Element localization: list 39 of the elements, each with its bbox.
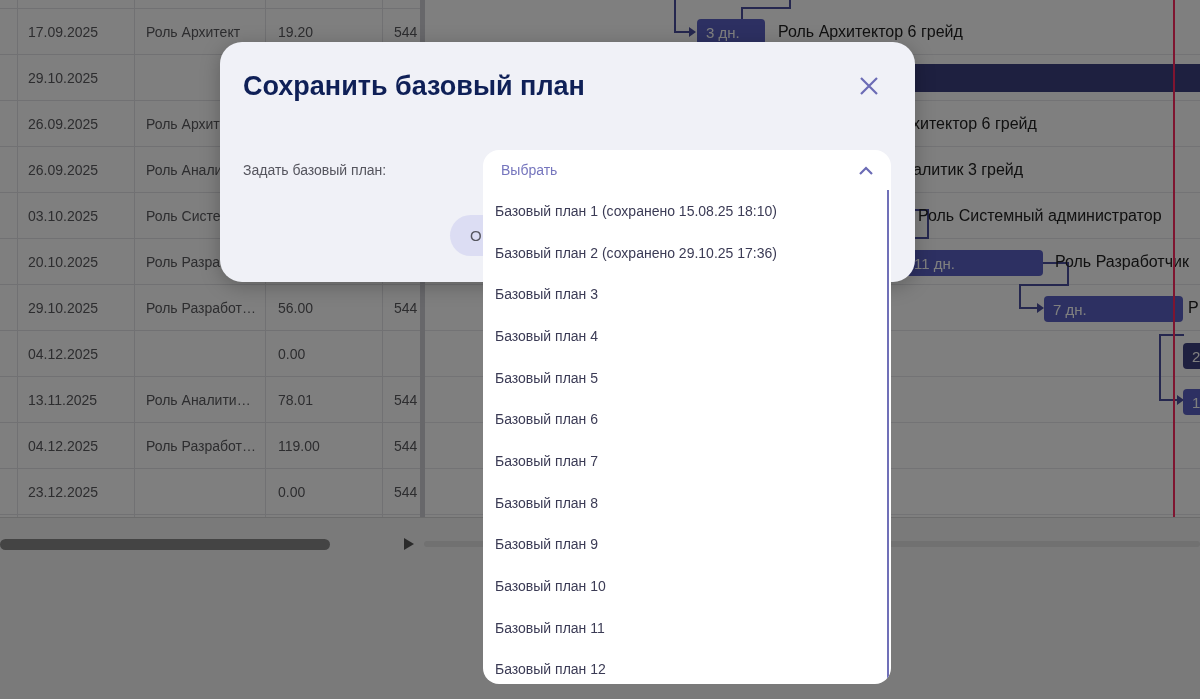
table-cell: 29.10.2025 xyxy=(28,300,99,316)
table-cell: Роль Разра xyxy=(146,254,221,270)
table-cell: 26.09.2025 xyxy=(28,162,99,178)
table-cell: 23.12.2025 xyxy=(28,484,99,500)
table-cell: 04.12.2025 xyxy=(28,438,99,454)
table-cell: Роль Архитект xyxy=(146,24,241,40)
task-bar: 3 дн. xyxy=(697,19,765,45)
table-cell: 17.09.2025 xyxy=(28,24,99,40)
dialog-title: Сохранить базовый план xyxy=(243,70,585,102)
field-label: Задать базовый план: xyxy=(243,162,388,178)
table-cell: 544 xyxy=(394,392,418,408)
task-label: Р xyxy=(1188,298,1199,318)
table-cell: 03.10.2025 xyxy=(28,208,99,224)
task-bar: 1 xyxy=(1183,389,1200,415)
table-cell: Роль Архит xyxy=(146,116,220,132)
table-cell: 20.10.2025 xyxy=(28,254,99,270)
table-cell: 0.00 xyxy=(278,484,306,500)
table-cell: Роль Разработ… xyxy=(146,300,256,316)
table-cell: 78.01 xyxy=(278,392,314,408)
table-cell: Роль Систе xyxy=(146,208,221,224)
table-cell: 544 xyxy=(394,300,418,316)
table-cell: 26.09.2025 xyxy=(28,116,99,132)
table-cell: 56.00 xyxy=(278,300,314,316)
task-label: хитектор 6 грейд xyxy=(912,114,1037,134)
table-cell: Роль Разработ… xyxy=(146,438,256,454)
table-cell: 0.00 xyxy=(278,346,306,362)
task-label: Роль Архитектор 6 грейд xyxy=(778,22,963,42)
table-cell: 544 xyxy=(394,24,418,40)
task-bar: 7 дн. xyxy=(1044,296,1183,322)
table-cell: 13.11.2025 xyxy=(28,392,98,408)
table-cell: 04.12.2025 xyxy=(28,346,99,362)
table-cell: 29.10.2025 xyxy=(28,70,99,86)
task-label: алитик 3 грейд xyxy=(913,160,1024,180)
summary-bar: 2 xyxy=(1183,343,1200,369)
table-cell: 19.20 xyxy=(278,24,314,40)
table-cell: 544 xyxy=(394,484,418,500)
table-cell: 544 xyxy=(394,438,418,454)
table-cell: Роль Аналити… xyxy=(146,392,251,408)
table-cell: 119.00 xyxy=(278,438,320,454)
